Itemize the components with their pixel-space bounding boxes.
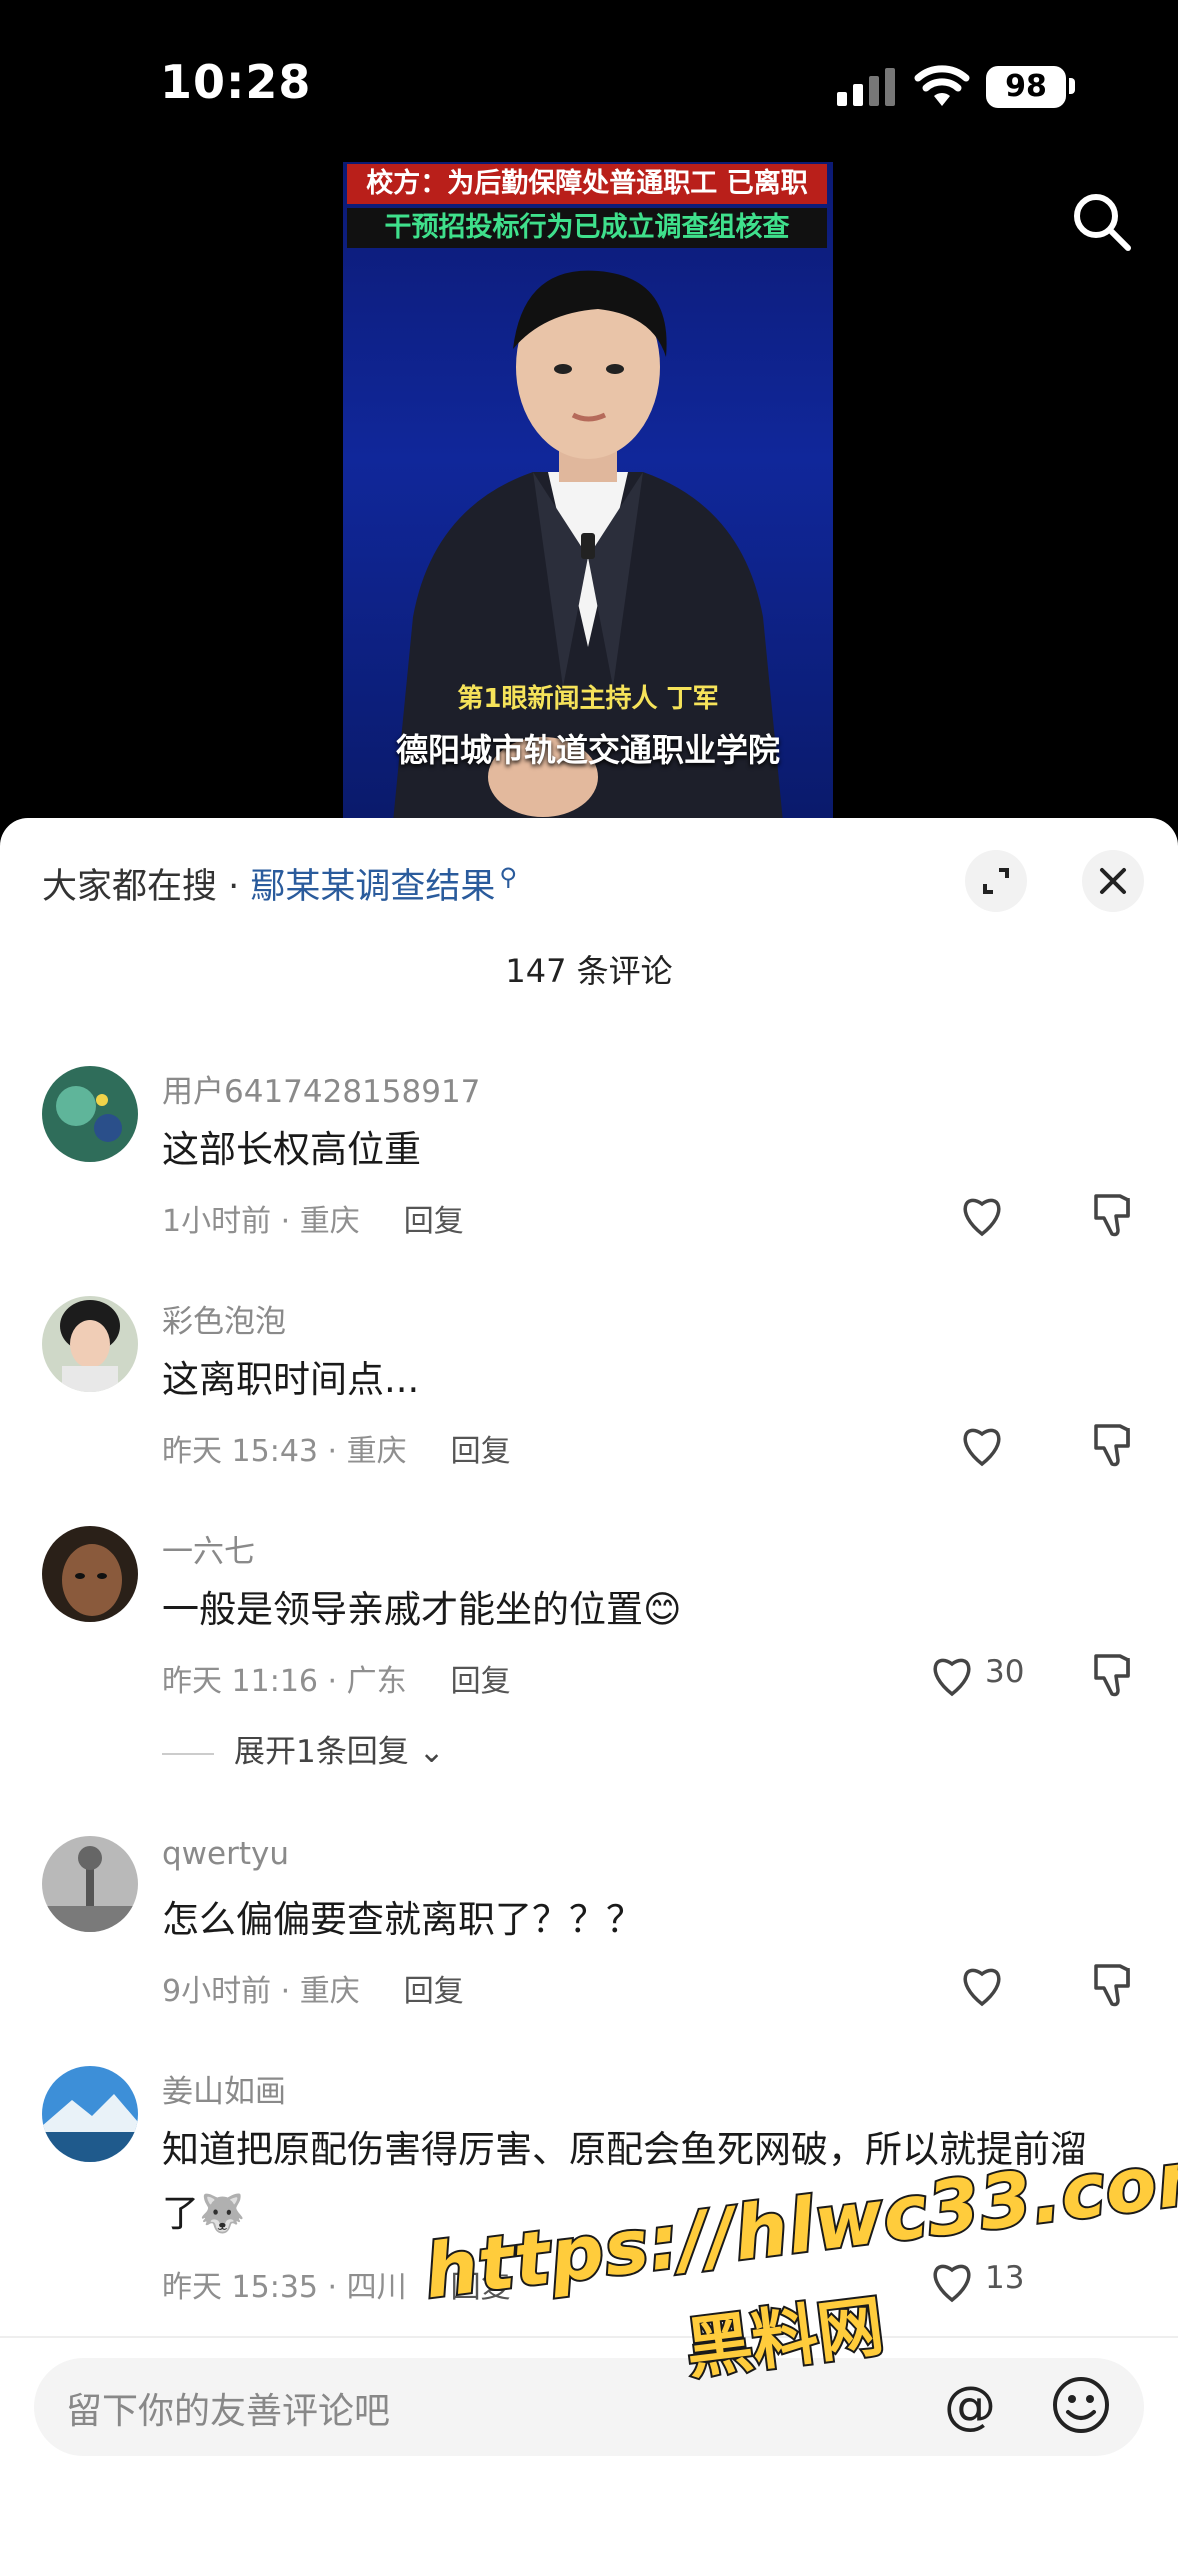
comment-text: 这部长权高位重: [162, 1128, 421, 1171]
thumb-down-icon[interactable]: [1088, 1420, 1138, 1470]
thumb-down-icon[interactable]: [1088, 1960, 1138, 2010]
heart-icon[interactable]: [960, 1420, 1080, 1470]
video-headline-2: 干预招投标行为已成立调查组核查: [347, 208, 827, 248]
comment-text: 怎么偏偏要查就离职了？？？: [162, 1898, 643, 1941]
comment-meta: 1小时前 · 重庆 回复: [162, 1196, 464, 1240]
video-player[interactable]: 校方：为后勤保障处普通职工 已离职 干预招投标行为已成立调查组核查 第1眼新闻主…: [343, 162, 833, 822]
reply-button[interactable]: 回复: [404, 1974, 464, 2009]
close-button[interactable]: [1082, 850, 1144, 912]
watermark-name: 黑料网: [680, 2286, 890, 2391]
comment-time-location: 9小时前 · 重庆: [162, 1974, 360, 2009]
heart-icon[interactable]: [960, 1960, 1080, 2010]
status-bar: 10:28 98: [0, 0, 1178, 160]
comment-text: 这离职时间点...: [162, 1358, 420, 1401]
comment-time-location: 昨天 15:35 · 四川: [162, 2270, 407, 2305]
expand-icon: [983, 868, 1009, 894]
thumb-down-icon[interactable]: [1088, 1190, 1138, 1240]
comment-username[interactable]: qwertyu: [162, 1836, 289, 1872]
hot-search-prefix: 大家都在搜 ·: [42, 867, 251, 907]
video-caption-title: 德阳城市轨道交通职业学院: [395, 731, 780, 769]
status-time: 10:28: [160, 55, 312, 109]
comment-time-location: 昨天 15:43 · 重庆: [162, 1434, 407, 1469]
avatar[interactable]: [42, 1526, 138, 1622]
expand-replies-label: 展开1条回复 ⌄: [234, 1734, 445, 1770]
comment-meta: 9小时前 · 重庆 回复: [162, 1966, 464, 2010]
like-count: 30: [985, 1654, 1025, 1690]
comment-time-location: 1小时前 · 重庆: [162, 1204, 360, 1239]
comment-username[interactable]: 一六七: [162, 1526, 255, 1571]
hot-search-bar[interactable]: 大家都在搜 · 鄢某某调查结果 ⚲: [42, 858, 517, 909]
avatar[interactable]: [42, 1296, 138, 1392]
divider: [162, 1752, 214, 1755]
expand-button[interactable]: [965, 850, 1027, 912]
avatar[interactable]: [42, 1066, 138, 1162]
video-caption-host: 第1眼新闻主持人 丁军: [457, 684, 719, 714]
reply-button[interactable]: 回复: [404, 1204, 464, 1239]
comment-meta: 昨天 15:43 · 重庆 回复: [162, 1426, 511, 1470]
signal-icon: [837, 68, 895, 106]
comment-count: 147 条评论: [505, 952, 673, 990]
comment-meta: 昨天 11:16 · 广东 回复: [162, 1656, 511, 1700]
close-icon: [1100, 868, 1126, 894]
thumb-down-icon[interactable]: [1088, 1650, 1138, 1700]
video-headline-1: 校方：为后勤保障处普通职工 已离职: [347, 164, 827, 204]
reply-button[interactable]: 回复: [451, 1664, 511, 1699]
comment-input-placeholder: 留下你的友善评论吧: [66, 2391, 391, 2432]
avatar[interactable]: [42, 2066, 138, 2162]
hot-search-query[interactable]: 鄢某某调查结果: [250, 867, 495, 907]
search-small-icon: ⚲: [499, 863, 517, 892]
avatar[interactable]: [42, 1836, 138, 1932]
comment-text: 一般是领导亲戚才能坐的位置😊: [162, 1588, 682, 1631]
wifi-icon: [914, 65, 970, 106]
comment-username[interactable]: 彩色泡泡: [162, 1296, 286, 1341]
battery-tip: [1069, 78, 1075, 94]
heart-icon[interactable]: [960, 1190, 1080, 1240]
comment-username[interactable]: 用户6417428158917: [162, 1066, 480, 1111]
expand-replies-button[interactable]: 展开1条回复 ⌄: [162, 1726, 445, 1771]
reply-button[interactable]: 回复: [451, 1434, 511, 1469]
comment-time-location: 昨天 11:16 · 广东: [162, 1664, 407, 1699]
search-icon[interactable]: [1070, 190, 1134, 254]
battery-indicator: 98: [986, 66, 1066, 108]
comment-username[interactable]: 姜山如画: [162, 2066, 286, 2111]
